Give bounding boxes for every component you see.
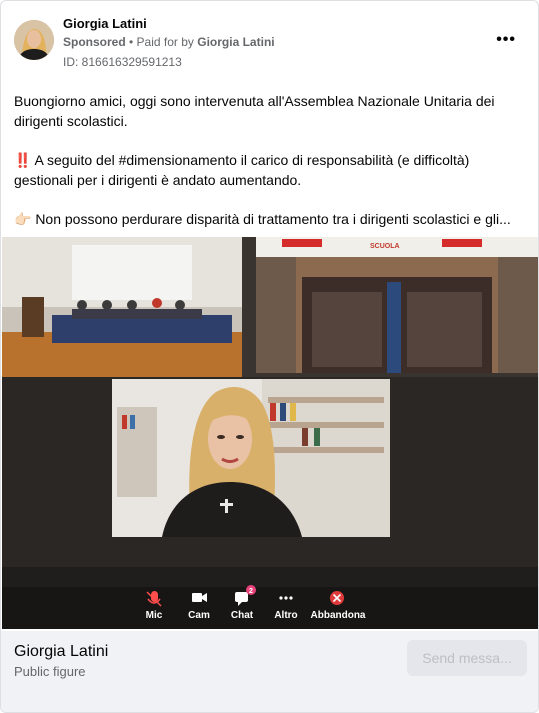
post-footer: Giorgia Latini Public figure Send messa.… <box>1 631 538 712</box>
paid-for-name: Giorgia Latini <box>197 35 275 49</box>
ad-id: ID: 816616329591213 <box>63 55 182 69</box>
speaker-video-tile <box>112 379 390 537</box>
post-paragraph-2: ‼️ A seguito del #dimensionamento il car… <box>14 152 470 188</box>
leave-icon <box>330 591 344 605</box>
page-name[interactable]: Giorgia Latini <box>14 643 108 661</box>
camera-label: Cam <box>188 610 210 621</box>
author-name[interactable]: Giorgia Latini <box>63 16 147 31</box>
post-text: Buongiorno amici, oggi sono intervenuta … <box>14 91 529 248</box>
conference-stage-photo <box>2 237 242 377</box>
chat-label: Chat <box>231 610 254 621</box>
sponsored-label[interactable]: Sponsored <box>63 35 126 49</box>
more-icon <box>279 596 293 600</box>
more-label: Altro <box>274 610 297 621</box>
mic-label: Mic <box>146 610 163 621</box>
paid-for-prefix: • Paid for by <box>129 35 194 49</box>
post-paragraph-1: Buongiorno amici, oggi sono intervenuta … <box>14 93 495 129</box>
author-avatar[interactable] <box>14 20 54 60</box>
post-media-image[interactable]: SCUOLA Mic Cam 2 Chat Altro Abbandona <box>2 237 538 629</box>
chat-badge-count: 2 <box>249 588 253 595</box>
post-paragraph-3: 👉🏻 Non possono perdurare disparità di tr… <box>14 211 511 227</box>
conference-hall-photo: SCUOLA <box>256 237 538 373</box>
post-header: Giorgia Latini Sponsored • Paid for by G… <box>1 1 538 81</box>
sponsored-meta: Sponsored • Paid for by Giorgia Latini <box>63 35 275 49</box>
page-category: Public figure <box>14 664 86 679</box>
sponsored-post-card: Giorgia Latini Sponsored • Paid for by G… <box>0 0 539 713</box>
hall-banner-text: SCUOLA <box>370 243 400 250</box>
chat-badge: 2 <box>246 585 256 595</box>
send-message-button[interactable]: Send messa... <box>407 640 527 676</box>
leave-label: Abbandona <box>311 610 366 621</box>
more-options-icon[interactable]: ••• <box>496 31 516 49</box>
